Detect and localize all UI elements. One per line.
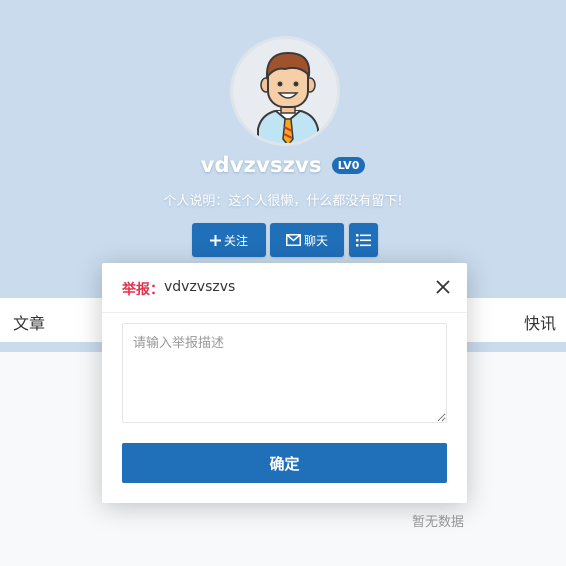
avatar [230,36,340,146]
confirm-button[interactable]: 确定 [122,443,447,483]
tab-articles[interactable]: 文章 [13,310,45,334]
report-title-username: vdvzvszvs [164,279,236,295]
close-icon[interactable] [435,279,451,295]
level-badge: LV0 [331,156,366,174]
report-title-prefix: 举报： [122,282,164,298]
follow-button[interactable]: 关注 [192,223,266,257]
report-modal-header: 举报： vdvzvszvs [102,263,467,313]
person-avatar-icon [233,39,337,143]
mail-icon [285,234,301,246]
more-button[interactable] [349,223,378,257]
bio-text: 个人说明：这个人很懒，什么都没有留下! [163,194,403,209]
username-row: vdvzvszvs LV0 [0,153,566,177]
list-icon [356,233,371,246]
follow-label: 关注 [223,233,248,248]
chat-label: 聊天 [303,233,328,248]
profile-actions: 关注 聊天 [0,223,566,257]
report-modal: 举报： vdvzvszvs 确定 [102,263,467,503]
plus-icon [209,234,221,246]
tab-news[interactable]: 快讯 [524,310,556,334]
empty-state-text: 暂无数据 [412,515,465,530]
report-description-input[interactable] [122,323,447,423]
chat-button[interactable]: 聊天 [270,223,344,257]
username: vdvzvszvs [200,153,322,177]
